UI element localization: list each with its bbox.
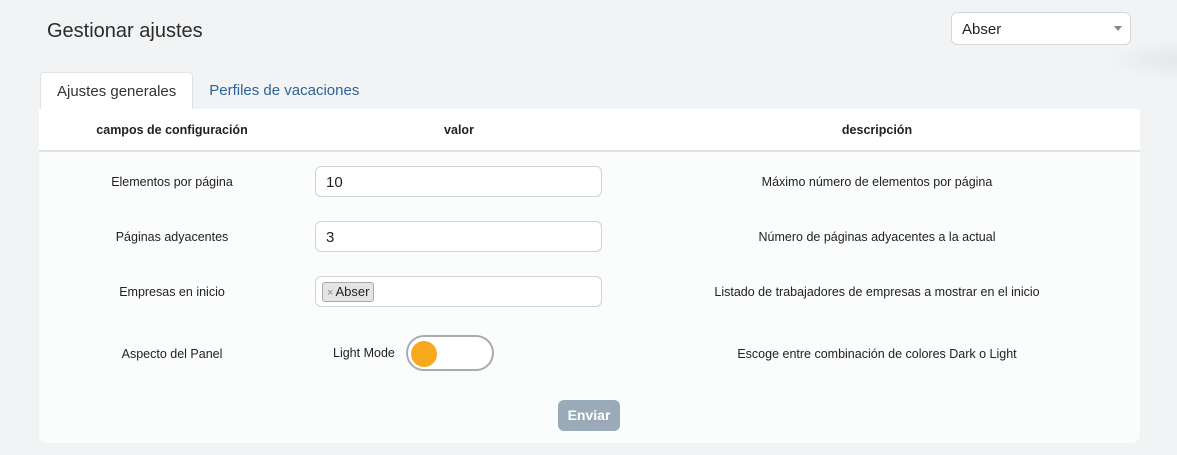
row-description-companies-home: Listado de trabajadores de empresas a mo…	[714, 285, 1040, 299]
row-label-panel-appearance: Aspecto del Panel	[121, 347, 223, 361]
settings-card: campos de configuración valor descripció…	[39, 109, 1140, 443]
row-label-companies-home: Empresas en inicio	[119, 285, 225, 299]
row-label-adjacent-pages: Páginas adyacentes	[115, 230, 229, 244]
caret-down-icon	[1114, 26, 1122, 31]
row-description-panel-appearance: Escoge entre combinación de colores Dark…	[737, 347, 1017, 361]
items-per-page-input[interactable]: 10	[315, 166, 602, 197]
company-select[interactable]: Abser	[951, 12, 1131, 45]
light-mode-label: Light Mode	[333, 346, 395, 360]
row-description-adjacent-pages: Número de páginas adyacentes a la actual	[758, 230, 996, 244]
companies-multiselect[interactable]: × Abser	[315, 276, 602, 307]
adjacent-pages-input[interactable]: 3	[315, 221, 602, 252]
column-header-value: valor	[444, 123, 474, 137]
background-decoration	[1107, 40, 1177, 80]
row-description-items-per-page: Máximo número de elementos por página	[761, 175, 993, 189]
submit-button[interactable]: Enviar	[558, 400, 620, 431]
remove-tag-icon[interactable]: ×	[327, 287, 333, 299]
tab-general-settings[interactable]: Ajustes generales	[40, 72, 194, 110]
page-title: Gestionar ajustes	[47, 20, 203, 42]
company-select-value: Abser	[962, 21, 1002, 38]
company-tag: × Abser	[322, 282, 375, 302]
theme-toggle[interactable]	[406, 335, 494, 371]
table-header: campos de configuración valor descripció…	[39, 109, 1140, 152]
row-label-items-per-page: Elementos por página	[111, 175, 233, 189]
column-header-description: descripción	[841, 123, 913, 137]
toggle-knob	[411, 341, 437, 367]
tab-vacation-profiles[interactable]: Perfiles de vacaciones	[193, 72, 375, 110]
tab-bar: Ajustes generales Perfiles de vacaciones	[40, 72, 375, 110]
company-tag-label: Abser	[335, 284, 370, 299]
column-header-fields: campos de configuración	[96, 123, 248, 137]
